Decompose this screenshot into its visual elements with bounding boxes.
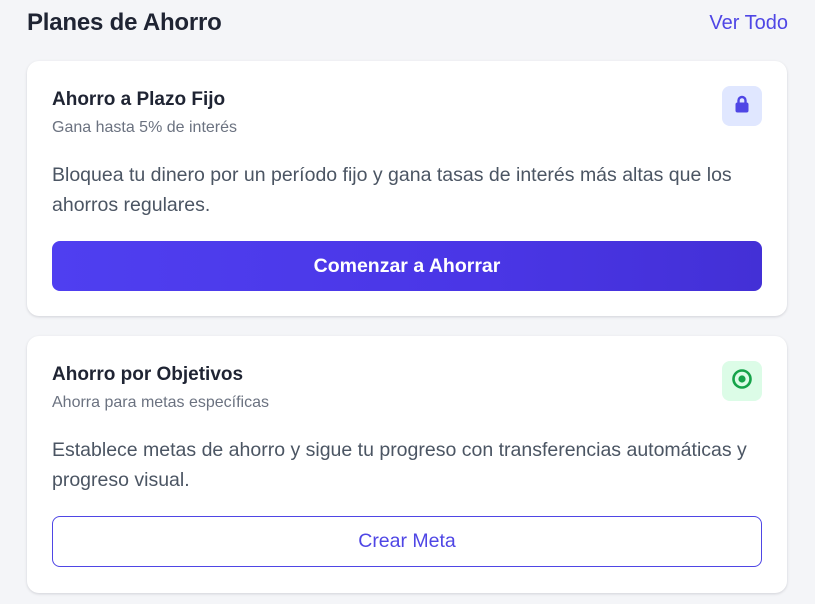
plan-card-goals: Ahorro por Objetivos Ahorra para metas e… bbox=[27, 336, 787, 593]
section-title: Planes de Ahorro bbox=[27, 9, 222, 36]
create-goal-button[interactable]: Crear Meta bbox=[52, 516, 762, 567]
section-header: Planes de Ahorro Ver Todo bbox=[27, 6, 788, 40]
plan-description: Establece metas de ahorro y sigue tu pro… bbox=[52, 439, 747, 491]
savings-plans-page: Planes de Ahorro Ver Todo Ahorro a Plazo… bbox=[0, 0, 815, 604]
plan-subtitle: Ahorra para metas específicas bbox=[52, 394, 269, 411]
lock-icon bbox=[732, 94, 752, 119]
plan-title: Ahorro por Objetivos bbox=[52, 364, 244, 385]
view-all-link[interactable]: Ver Todo bbox=[709, 12, 788, 35]
plan-title: Ahorro a Plazo Fijo bbox=[52, 89, 226, 110]
plan-icon-badge bbox=[722, 361, 762, 401]
plan-subtitle: Gana hasta 5% de interés bbox=[52, 119, 238, 136]
start-saving-button[interactable]: Comenzar a Ahorrar bbox=[52, 241, 762, 291]
plan-card-fixed-term: Ahorro a Plazo Fijo Gana hasta 5% de int… bbox=[27, 61, 787, 316]
plan-icon-badge bbox=[722, 86, 762, 126]
target-icon bbox=[731, 368, 753, 395]
plan-description: Bloquea tu dinero por un período fijo y … bbox=[52, 164, 732, 216]
